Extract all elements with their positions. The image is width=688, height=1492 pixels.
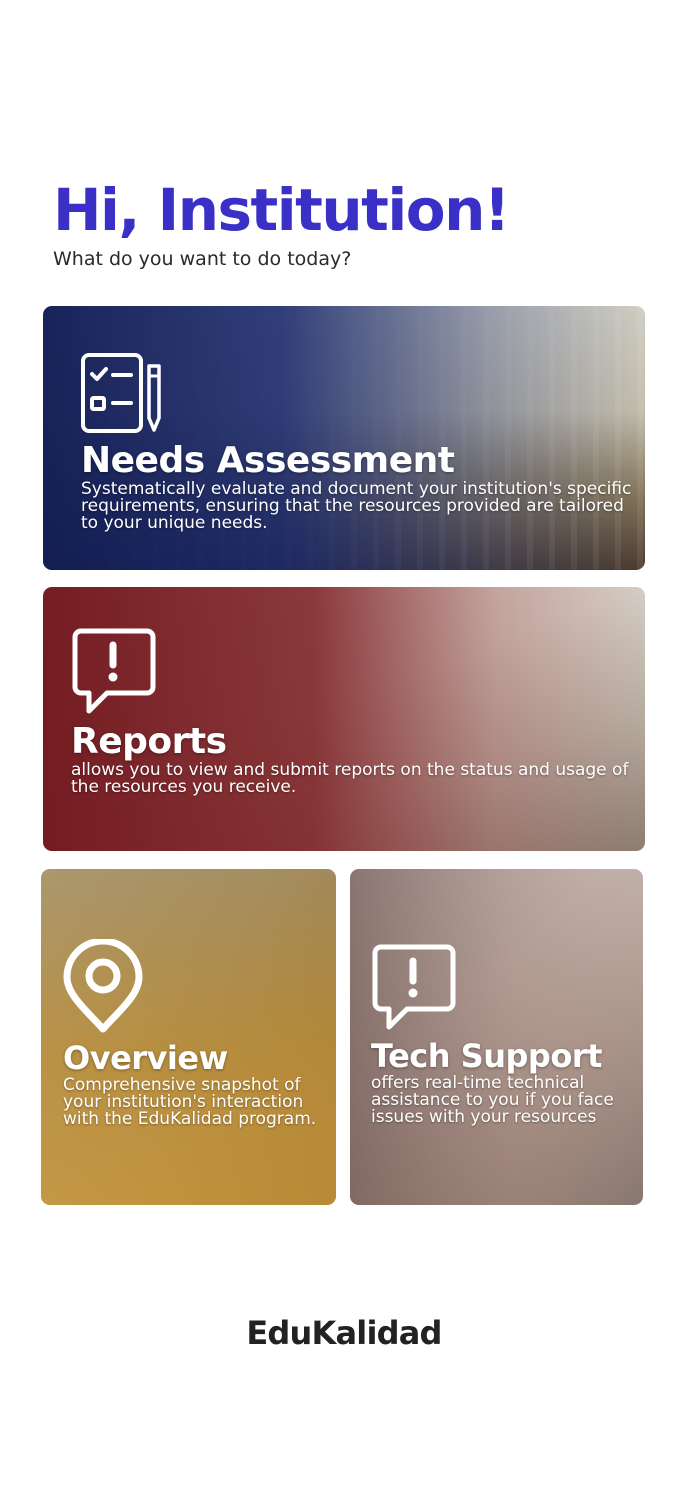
alert-chat-icon (371, 943, 643, 1031)
card-description: Systematically evaluate and document you… (81, 479, 632, 533)
card-title: Overview (63, 1039, 228, 1077)
card-content: Reports allows you to view and submit re… (71, 627, 631, 796)
greeting-header: Hi, Institution! What do you want to do … (53, 172, 510, 270)
card-overview[interactable]: Overview Comprehensive snapshot of your … (41, 869, 336, 1205)
location-pin-icon (63, 939, 333, 1033)
card-title: Reports (71, 721, 227, 762)
card-title: Needs Assessment (81, 440, 455, 481)
card-tech-support[interactable]: Tech Support offers real-time technical … (350, 869, 643, 1205)
card-content: Overview Comprehensive snapshot of your … (63, 939, 333, 1128)
page-subtitle: What do you want to do today? (53, 248, 352, 270)
page-title: Hi, Institution! (53, 176, 510, 244)
alert-chat-icon (71, 627, 631, 715)
card-needs-assessment[interactable]: Needs Assessment Systematically evaluate… (43, 306, 645, 570)
card-description: Comprehensive snapshot of your instituti… (63, 1075, 317, 1129)
card-reports[interactable]: Reports allows you to view and submit re… (43, 587, 645, 851)
card-content: Tech Support offers real-time technical … (371, 943, 643, 1126)
checklist-pencil-icon (81, 352, 641, 434)
brand-logo: EduKalidad (246, 1314, 442, 1352)
card-description: allows you to view and submit reports on… (71, 760, 629, 797)
card-title: Tech Support (371, 1037, 602, 1075)
card-content: Needs Assessment Systematically evaluate… (81, 352, 641, 532)
card-description: offers real-time technical assistance to… (371, 1073, 614, 1127)
